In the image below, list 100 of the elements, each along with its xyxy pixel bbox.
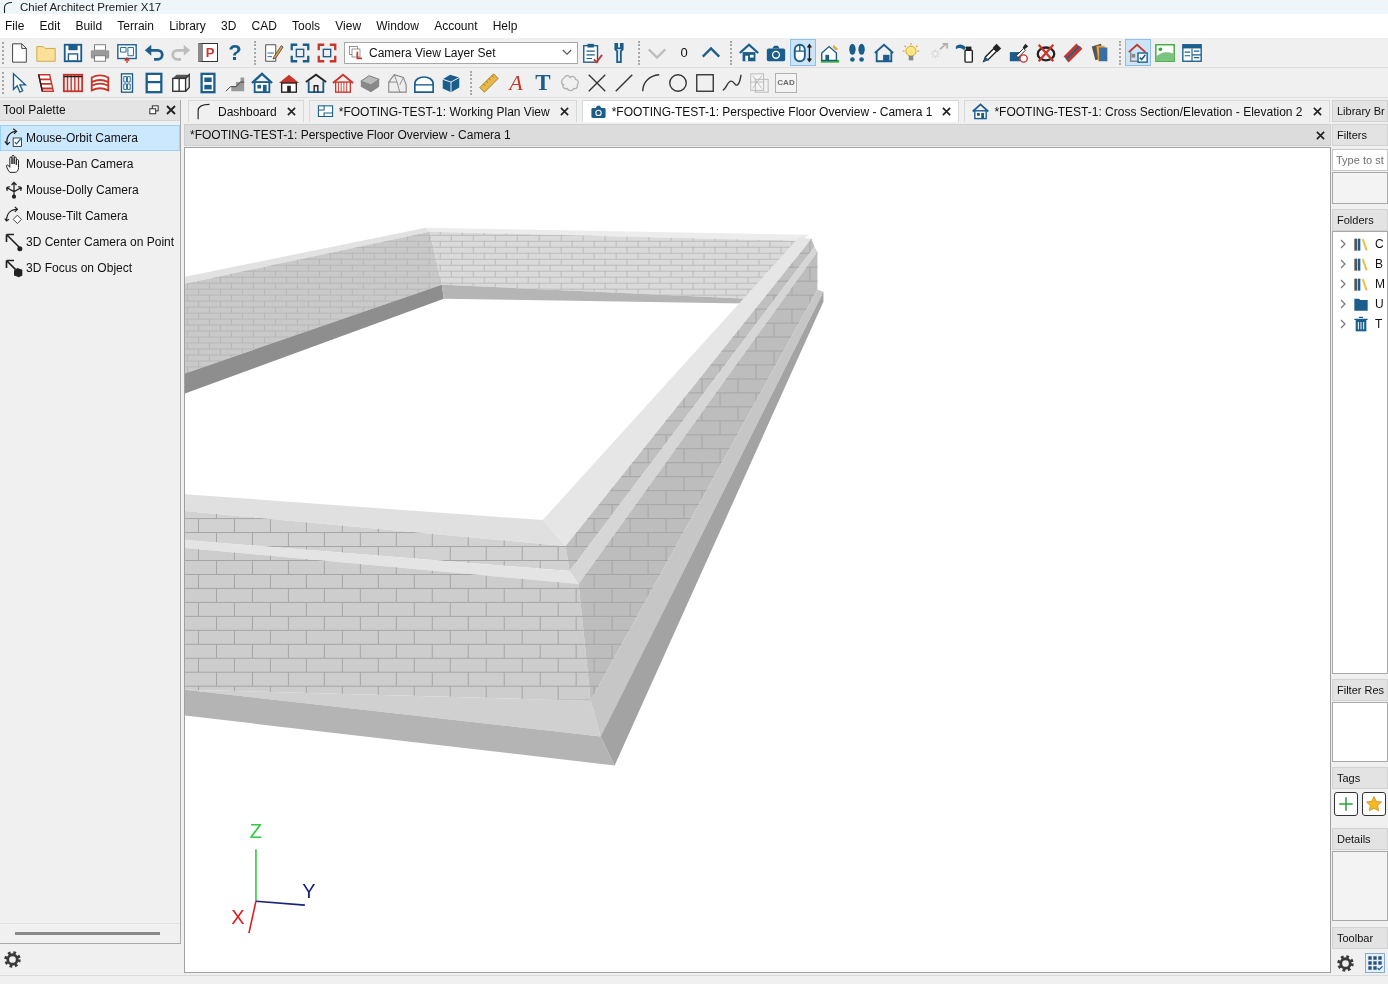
- plan-sheet-icon: [116, 41, 138, 64]
- text-button[interactable]: T: [530, 69, 556, 96]
- house-icon: [738, 41, 760, 64]
- panel-title: Tool Palette: [3, 103, 67, 117]
- panel-header: Filters: [1332, 124, 1388, 146]
- help-button[interactable]: ?: [222, 39, 248, 66]
- document-tab[interactable]: *FOOTING-TEST-1: Cross Section/Elevation - Elevation 2: [964, 100, 1330, 122]
- app-logo-icon: [3, 0, 15, 14]
- dolly-arrows-icon: [4, 180, 24, 200]
- chevron-icon[interactable]: [1339, 258, 1347, 270]
- close-icon[interactable]: [1316, 130, 1325, 140]
- trash-icon: [1353, 316, 1369, 332]
- clipboard-icon: [581, 41, 603, 64]
- arc-icon: [640, 71, 662, 94]
- viewport-canvas[interactable]: Z Y X: [184, 147, 1331, 973]
- favorite-tag-button[interactable]: [1362, 792, 1386, 816]
- footprints-icon: [846, 41, 868, 64]
- eyedropper-box-icon: [1008, 41, 1030, 64]
- menu-item[interactable]: CAD: [243, 16, 285, 36]
- restore-window-icon[interactable]: [149, 105, 159, 115]
- garage-icon: [873, 41, 895, 64]
- panels-icon: [1181, 41, 1203, 64]
- filter-results-list: [1332, 702, 1388, 762]
- menu-item[interactable]: Account: [426, 16, 486, 36]
- menu-item[interactable]: Build: [67, 16, 110, 36]
- plus-icon: [1337, 795, 1355, 813]
- folder-tree-item[interactable]: M: [1333, 274, 1387, 294]
- orbit-arrows-icon: [4, 128, 24, 148]
- tool-palette-item[interactable]: Mouse-Pan Camera: [0, 151, 180, 177]
- folder-tree-item[interactable]: B: [1333, 254, 1387, 274]
- mouse-button[interactable]: [790, 39, 816, 66]
- folder-tree-item[interactable]: T: [1333, 314, 1387, 334]
- folder-tree-item[interactable]: C: [1333, 234, 1387, 254]
- folder-icon: [1353, 296, 1369, 312]
- house-check-icon: [1127, 41, 1149, 64]
- document-tab[interactable]: Dashboard: [188, 100, 304, 122]
- cabinet-icon: [170, 71, 192, 94]
- books-icon: [1353, 256, 1369, 272]
- ruler-icon: [478, 71, 500, 94]
- settings-icon[interactable]: [1336, 953, 1355, 973]
- letter-a-button[interactable]: A: [503, 69, 529, 96]
- panel-header: Toolbar: [1332, 927, 1388, 949]
- axis-label: Y: [302, 880, 316, 903]
- document-tab[interactable]: *FOOTING-TEST-1: Perspective Floor Overview - Camera 1: [581, 100, 960, 122]
- grid-sheet-icon: [748, 71, 770, 94]
- menu-item[interactable]: Tools: [284, 16, 328, 36]
- menu-item[interactable]: Edit: [31, 16, 68, 36]
- menu-item[interactable]: File: [0, 16, 32, 36]
- tool-palette-item[interactable]: 3D Focus on Object: [0, 255, 180, 281]
- chevron-icon[interactable]: [1339, 238, 1347, 250]
- window-title: Chief Architect Premier X17: [20, 0, 162, 14]
- menu-item[interactable]: 3D: [213, 16, 244, 36]
- scrollbar-thumb[interactable]: [15, 932, 160, 935]
- close-icon[interactable]: [1312, 107, 1322, 116]
- panel-header: Tags: [1332, 767, 1388, 789]
- add-tag-button[interactable]: [1334, 792, 1358, 816]
- folder-tree-item[interactable]: U: [1333, 294, 1387, 314]
- tool-palette-item[interactable]: Mouse-Dolly Camera: [0, 177, 180, 203]
- menu-item[interactable]: Help: [485, 16, 525, 36]
- chevron-icon[interactable]: [1339, 278, 1347, 290]
- layers-icon: [348, 44, 364, 61]
- search-field[interactable]: Type to st: [1332, 149, 1388, 171]
- chevron-icon[interactable]: [1339, 298, 1347, 310]
- stripes-icon: [1062, 41, 1084, 64]
- layer-set-dropdown[interactable]: Camera View Layer Set: [344, 41, 578, 64]
- tool-palette-item[interactable]: Mouse-Tilt Camera: [0, 203, 180, 229]
- chevron-icon[interactable]: [1339, 318, 1347, 330]
- close-icon[interactable]: [166, 105, 176, 115]
- house-outline-icon: [305, 71, 327, 94]
- crossed-ring-icon: [1035, 41, 1057, 64]
- settings-icon[interactable]: [3, 950, 22, 969]
- axis-label: Z: [249, 820, 263, 843]
- tool-palette-item[interactable]: Mouse-Orbit Camera: [0, 125, 180, 151]
- railing-icon: [62, 71, 84, 94]
- panel-header: Library Br: [1332, 100, 1388, 122]
- close-icon[interactable]: [942, 107, 952, 116]
- close-icon[interactable]: [286, 107, 296, 116]
- close-icon[interactable]: [559, 107, 569, 116]
- menu-item[interactable]: Terrain: [109, 16, 162, 36]
- floor-number: 0: [679, 45, 689, 60]
- menu-item[interactable]: View: [327, 16, 369, 36]
- floor-plan-icon: [316, 103, 334, 120]
- document-tab[interactable]: *FOOTING-TEST-1: Working Plan View: [308, 100, 577, 122]
- menu-item[interactable]: Window: [368, 16, 427, 36]
- books-icon: [1353, 276, 1369, 292]
- wireframe-house-icon: [386, 71, 408, 94]
- tool-palette-item[interactable]: 3D Center Camera on Point: [0, 229, 180, 255]
- caret-icon: [562, 49, 572, 56]
- striped-house-icon: [332, 71, 354, 94]
- pointer-dot-icon: [4, 232, 24, 252]
- eyedropper-icon: [981, 41, 1003, 64]
- framed-sheet-icon: [289, 41, 311, 64]
- panel-header: Folders: [1332, 209, 1388, 231]
- grid-icon[interactable]: [1365, 953, 1385, 973]
- pointer-cube-icon: [4, 258, 24, 278]
- camera-icon: [589, 103, 607, 120]
- brick-wall-icon: [35, 71, 57, 94]
- house-check-button[interactable]: [1125, 39, 1151, 66]
- mouse-icon: [792, 41, 814, 64]
- menu-item[interactable]: Library: [161, 16, 214, 36]
